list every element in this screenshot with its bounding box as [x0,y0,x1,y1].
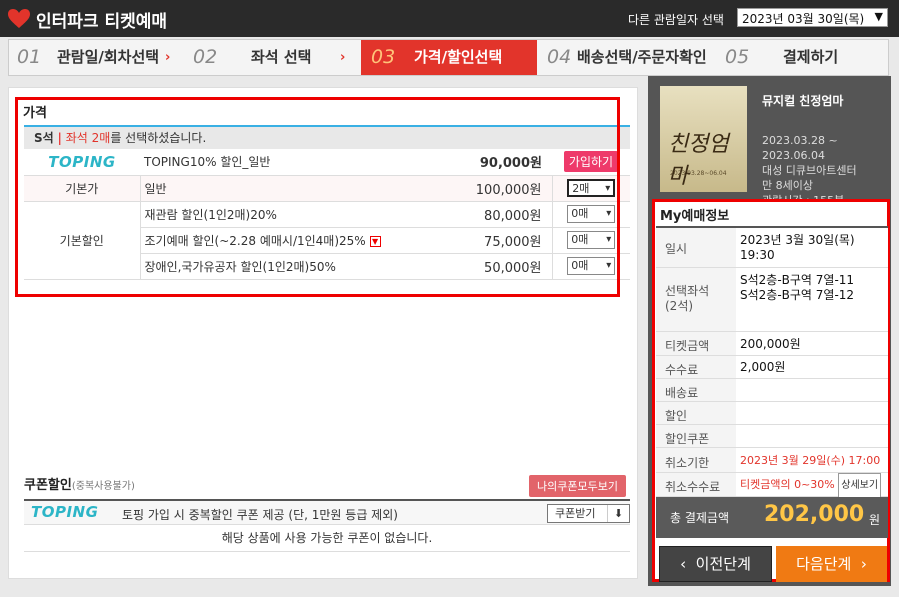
step-5[interactable]: 05 결제하기 [717,40,889,75]
chevron-down-icon: ▼ [874,10,883,23]
row-seat: 선택좌석 (2석) S석2층-B구역 7열-11 S석2층-B구역 7열-12 [656,268,888,332]
step-2[interactable]: 02 좌석 선택 › [183,40,359,75]
detail-button[interactable]: 상세보기 [838,473,882,499]
date-label: 일시 [665,242,688,256]
cancel-deadline-label: 취소기한 [665,456,710,470]
coupon-title-text: 쿠폰할인 [24,478,72,493]
coupon-description: 토핑 가입 시 중복할인 쿠폰 제공 (단, 1만원 등급 제외) [122,508,398,522]
cancel-fee-value: 티켓금액의 0~30% [740,478,835,491]
row-ticket: 티켓금액 200,000원 [656,332,888,356]
seat-2: S석2층-B구역 7열-12 [740,288,855,302]
step-number: 02 [193,46,218,68]
cancel-fee-label: 취소수수료 [665,480,721,494]
poster-subtitle: 2023.03.28~06.04 [670,170,727,177]
step-1[interactable]: 01 관람일/회차선택 › [9,40,182,75]
seat-count: (2석) [665,299,694,313]
toping-logo: TOPING [31,503,99,521]
coupon-row: TOPING 토핑 가입 시 중복할인 쿠폰 제공 (단, 1만원 등급 제외)… [24,499,630,525]
row-discount: 할인 [656,402,888,425]
step-number: 03 [371,46,396,68]
date-select[interactable]: 2023년 03월 30일(목) ▼ [737,8,888,27]
show-period-start: 2023.03.28 ~ [762,134,838,147]
coupon-label: 할인쿠폰 [665,432,710,446]
fee-value: 2,000원 [736,356,888,378]
download-icon: ⬇ [607,505,629,522]
fee-label: 수수료 [665,363,699,377]
show-title: 뮤지컬 친정엄마 [762,94,844,108]
my-reservation-panel: My예매정보 일시 2023년 3월 30일(목) 19:30 선택좌석 (2석) … [652,199,890,582]
step-label: 결제하기 [783,48,839,66]
chevron-right-icon: › [165,50,171,65]
brand-title: 인터파크 티켓예매 [36,12,168,32]
step-4[interactable]: 04 배송선택/주문자확인 [539,40,715,75]
coupon-section-title: 쿠폰할인(중복사용불가) [24,474,135,493]
show-age: 만 8세이상 [762,179,813,192]
date-value: 2023년 3월 30일(목) [740,233,855,247]
top-bar: 인터파크 티켓예매 다른 관람일자 선택 2023년 03월 30일(목) ▼ [0,0,899,37]
ticket-label: 티켓금액 [665,339,710,353]
date-select-value: 2023년 03월 30일(목) [742,12,865,26]
cancel-deadline-value: 2023년 3월 29일(수) 17:00 [736,448,888,472]
discount-label: 할인 [665,409,688,423]
row-cancel-deadline: 취소기한 2023년 3월 29일(수) 17:00 [656,448,888,473]
next-step-button[interactable]: 다음단계 › [776,546,887,582]
next-step-label: 다음단계 [796,555,852,573]
show-venue: 대성 디큐브아트센터 [762,164,857,177]
receive-coupon-label: 쿠폰받기 [555,507,596,520]
other-date-label: 다른 관람일자 선택 [628,13,724,27]
delivery-label: 배송료 [665,386,699,400]
coupon-note: (중복사용불가) [71,481,135,492]
total-value: 202,000 [764,502,865,527]
step-number: 01 [17,46,42,68]
show-poster: 친정엄마 2023.03.28~06.04 [660,86,747,192]
coupon-empty-message: 해당 상품에 사용 가능한 쿠폰이 없습니다. [24,525,630,552]
ticket-value: 200,000원 [736,332,888,355]
prev-step-label: 이전단계 [695,555,751,573]
step-label: 가격/할인선택 [414,48,503,66]
poster-title: 친정엄마 [668,132,729,189]
my-reservation-title: My예매정보 [660,209,730,224]
row-date: 일시 2023년 3월 30일(목) 19:30 [656,226,888,268]
heart-logo-icon [8,9,30,28]
step-label: 좌석 선택 [251,48,312,66]
show-period-end: 2023.06.04 [762,149,825,162]
receive-coupon-button[interactable]: 쿠폰받기 ⬇ [547,504,630,523]
row-delivery: 배송료 [656,379,888,402]
row-fee: 수수료 2,000원 [656,356,888,379]
row-cancel-fee: 취소수수료 티켓금액의 0~30% 상세보기 [656,473,888,499]
highlight-box [15,97,620,297]
total-box: 총 결제금액 202,000 원 [656,497,888,538]
total-label: 총 결제금액 [670,511,730,525]
step-label: 배송선택/주문자확인 [577,48,707,66]
seat-label: 선택좌석 [665,284,710,298]
time-value: 19:30 [740,248,775,262]
step-bar: 01 관람일/회차선택 › 02 좌석 선택 › 03 가격/할인선택 04 배… [8,39,889,76]
step-number: 05 [725,46,750,68]
chevron-right-icon: › [340,50,346,65]
step-number: 04 [547,46,572,68]
total-unit: 원 [869,513,881,527]
chevron-left-icon: ‹ [680,555,696,573]
seat-1: S석2층-B구역 7열-11 [740,273,855,287]
step-3[interactable]: 03 가격/할인선택 [361,40,537,75]
chevron-right-icon: › [851,555,867,573]
row-coupon: 할인쿠폰 [656,425,888,448]
show-info: 2023.03.28 ~ 2023.06.04 대성 디큐브아트센터 만 8세이… [762,133,857,208]
prev-step-button[interactable]: ‹ 이전단계 [659,546,772,582]
view-my-coupons-button[interactable]: 나의쿠폰모두보기 [529,475,626,497]
step-label: 관람일/회차선택 [57,48,160,66]
